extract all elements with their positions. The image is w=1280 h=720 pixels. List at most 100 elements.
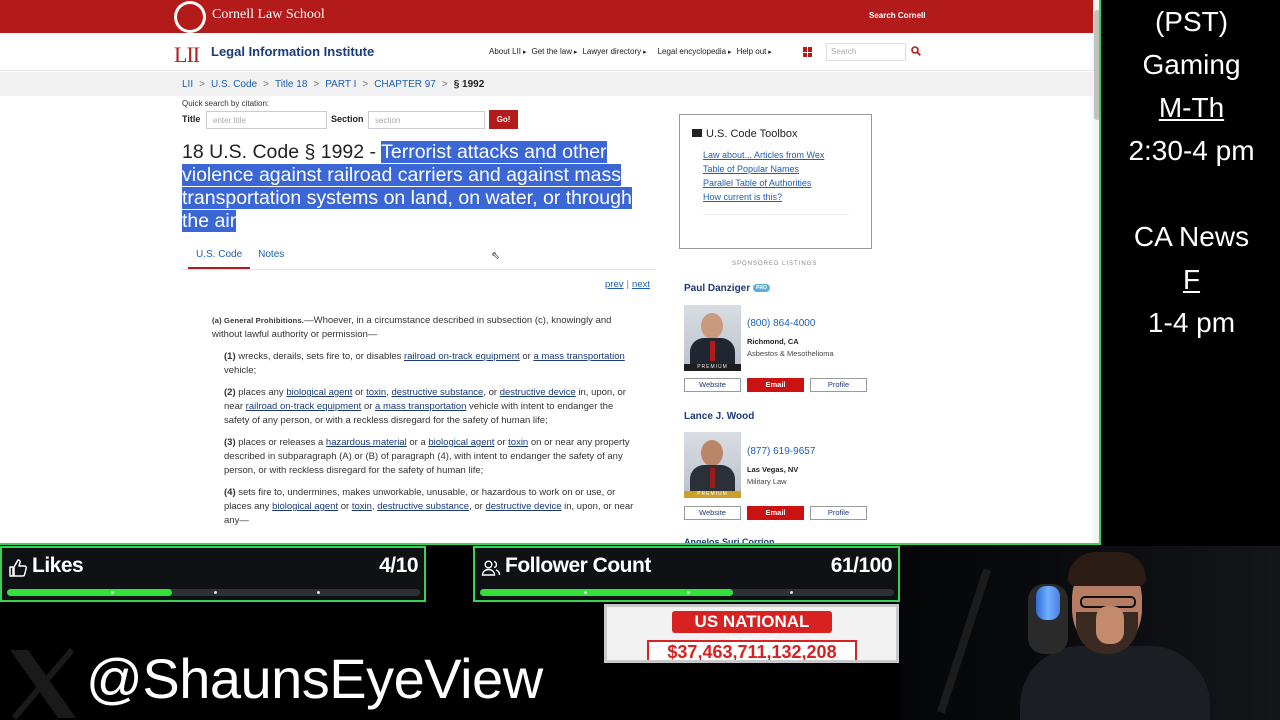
definition-link[interactable]: toxin — [366, 387, 386, 398]
definition-link[interactable]: toxin — [352, 501, 372, 512]
page-scrollbar[interactable] — [1093, 0, 1099, 543]
breadcrumb-title-18[interactable]: Title 18 — [275, 79, 307, 90]
progress-tick — [687, 591, 690, 594]
attorney-practice: Military Law — [747, 477, 787, 486]
toolbox-link-parallel-table[interactable]: Parallel Table of Authorities — [703, 176, 824, 190]
attorney-name-link[interactable]: Paul Danziger PRO — [684, 283, 770, 294]
paragraph-4: (4) sets fire to, undermines, makes unwo… — [212, 486, 638, 528]
briefcase-icon — [692, 129, 702, 137]
breadcrumb-us-code[interactable]: U.S. Code — [211, 79, 257, 90]
schedule-line: Gaming — [1142, 49, 1241, 80]
nav-help-out[interactable]: Help out — [737, 47, 772, 56]
tab-us-code[interactable]: U.S. Code — [188, 245, 251, 270]
breadcrumb-lii[interactable]: LII — [182, 79, 193, 90]
progress-tick — [214, 591, 217, 594]
national-debt-widget: US NATIONAL DEBT $37,463,711,132,208 — [604, 604, 899, 663]
tabs-divider — [182, 269, 656, 270]
definition-link[interactable]: destructive device — [485, 501, 561, 512]
quick-search-label: Quick search by citation: — [182, 99, 270, 108]
definition-link[interactable]: biological agent — [428, 437, 494, 448]
breadcrumb-separator: > — [313, 79, 320, 90]
nav-get-the-law[interactable]: Get the law — [532, 47, 578, 56]
attorney-photo[interactable]: PREMIUM — [684, 305, 741, 371]
lii-logo[interactable]: LII — [174, 42, 200, 68]
section-label: Section — [331, 114, 364, 124]
go-button[interactable]: Go! — [489, 110, 518, 129]
breadcrumb-separator: > — [441, 79, 448, 90]
attorney-practice: Asbestos & Mesothelioma — [747, 349, 834, 358]
definition-link[interactable]: a mass transportation — [533, 351, 624, 362]
subsection-heading: (a) General Prohibitions. — [212, 316, 305, 325]
subsection-a: (a) General Prohibitions.—Whoever, in a … — [212, 314, 638, 342]
text: or — [338, 501, 352, 512]
sponsored-listings-label: SPONSORED LISTINGS — [732, 261, 818, 267]
microphone-light — [1036, 586, 1060, 620]
attorney-phone[interactable]: (877) 619-9657 — [747, 446, 815, 457]
definition-link[interactable]: biological agent — [286, 387, 352, 398]
toolbox-title-text: U.S. Code Toolbox — [706, 128, 798, 140]
pro-badge: PRO — [753, 284, 770, 292]
email-button[interactable]: Email — [747, 378, 804, 392]
attorney-photo[interactable]: PREMIUM — [684, 432, 741, 498]
likes-value: 4/10 — [379, 554, 418, 577]
progress-tick — [317, 591, 320, 594]
nav-legal-encyclopedia[interactable]: Legal encyclopedia — [658, 47, 732, 56]
breadcrumb-separator: > — [263, 79, 269, 90]
definition-link[interactable]: railroad on-track equipment — [246, 401, 362, 412]
grid-icon[interactable] — [803, 47, 813, 57]
toolbox-link-popular-names[interactable]: Table of Popular Names — [703, 162, 824, 176]
paragraph-1: (1) wrecks, derails, sets fire to, or di… — [212, 350, 638, 378]
definition-link[interactable]: hazardous material — [326, 437, 407, 448]
email-button[interactable]: Email — [747, 506, 804, 520]
paragraph-number: (1) — [224, 351, 236, 362]
toolbox-link-how-current[interactable]: How current is this? — [703, 190, 824, 204]
attorney-location: Richmond, CA — [747, 337, 799, 346]
section-input[interactable]: section — [368, 111, 485, 129]
likes-goal-panel: Likes 4/10 — [0, 546, 426, 602]
page-title: 18 U.S. Code § 1992 - Terrorist attacks … — [182, 141, 652, 233]
breadcrumb: LII > U.S. Code > Title 18 > PART I > CHAPTE… — [182, 79, 484, 90]
schedule-line: 2:30-4 pm — [1128, 135, 1255, 166]
breadcrumb-chapter-97[interactable]: CHAPTER 97 — [374, 79, 436, 90]
cornell-seal-icon[interactable] — [174, 1, 206, 33]
breadcrumb-current: § 1992 — [453, 79, 485, 90]
website-button[interactable]: Website — [684, 378, 741, 392]
website-button[interactable]: Website — [684, 506, 741, 520]
cornell-law-school-link[interactable]: Cornell Law School — [212, 7, 325, 23]
us-code-toolbox: U.S. Code Toolbox Law about... Articles … — [679, 114, 872, 249]
tab-notes[interactable]: Notes — [250, 245, 292, 270]
schedule-line: (PST) — [1154, 6, 1229, 37]
definition-link[interactable]: a mass transportation — [375, 401, 466, 412]
attorney-phone[interactable]: (800) 864-4000 — [747, 318, 815, 329]
profile-button[interactable]: Profile — [810, 378, 867, 392]
x-logo-icon — [10, 648, 76, 720]
attorney-name[interactable]: Paul Danziger — [684, 283, 750, 294]
toolbox-divider — [703, 214, 849, 215]
follower-label: Follower Count — [505, 554, 651, 577]
lii-title[interactable]: Legal Information Institute — [211, 44, 374, 59]
toolbox-link-wex[interactable]: Law about... Articles from Wex — [703, 148, 824, 162]
search-icon[interactable] — [911, 46, 921, 56]
definition-link[interactable]: railroad on-track equipment — [404, 351, 520, 362]
definition-link[interactable]: destructive substance — [377, 501, 469, 512]
title-input[interactable]: enter title — [206, 111, 327, 129]
search-cornell-link[interactable]: Search Cornell — [869, 11, 925, 20]
profile-button[interactable]: Profile — [810, 506, 867, 520]
scrollbar-thumb[interactable] — [1094, 10, 1099, 120]
attorney-name-link[interactable]: Lance J. Wood — [684, 411, 754, 422]
text: , or — [483, 387, 500, 398]
top-nav: About LII Get the law Lawyer directory L… — [489, 47, 772, 56]
prev-link[interactable]: prev — [605, 279, 623, 290]
nav-about-lii[interactable]: About LII — [489, 47, 527, 56]
nav-lawyer-directory[interactable]: Lawyer directory — [582, 47, 646, 56]
next-link[interactable]: next — [632, 279, 650, 290]
definition-link[interactable]: toxin — [508, 437, 528, 448]
attorney-name-link-partial[interactable]: Angelos Suri Corrion — [684, 537, 775, 543]
definition-link[interactable]: biological agent — [272, 501, 338, 512]
progress-tick — [790, 591, 793, 594]
breadcrumb-part-i[interactable]: PART I — [325, 79, 356, 90]
definition-link[interactable]: destructive device — [500, 387, 576, 398]
search-input[interactable]: Search — [826, 43, 906, 61]
text: or — [361, 401, 376, 412]
definition-link[interactable]: destructive substance — [391, 387, 483, 398]
